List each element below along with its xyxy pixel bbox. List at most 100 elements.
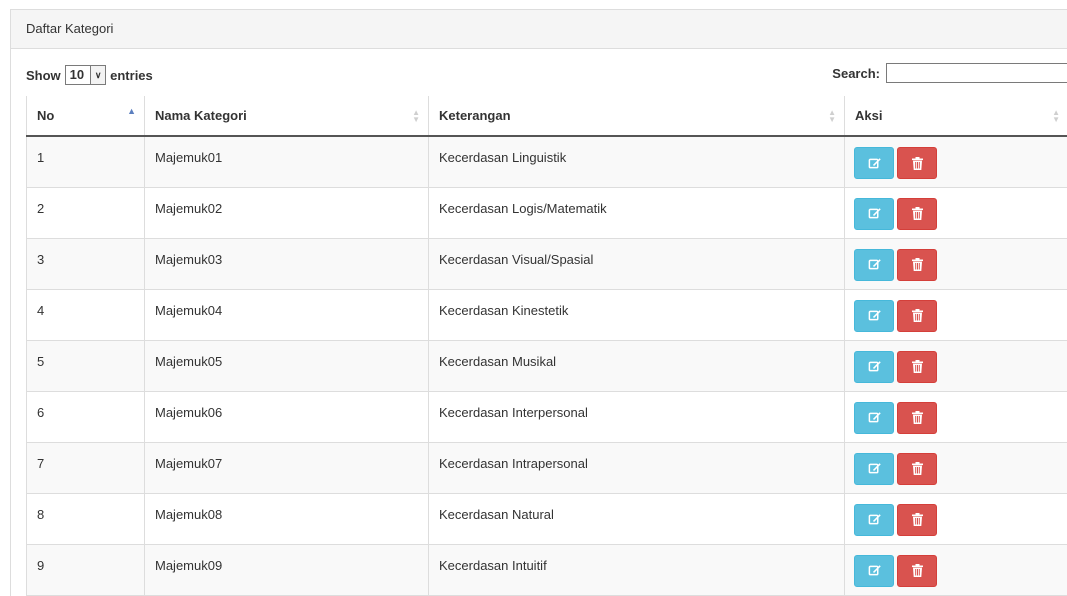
entries-label: entries [110, 68, 153, 83]
cell-nama-kategori: Majemuk01 [145, 136, 429, 187]
cell-aksi [845, 187, 1067, 238]
cell-nama-kategori: Majemuk09 [145, 544, 429, 595]
delete-button[interactable] [897, 504, 937, 536]
entries-select[interactable]: 10 ∨ [65, 65, 106, 85]
cell-no: 6 [27, 391, 145, 442]
length-menu: Show 10 ∨ entries [26, 65, 153, 85]
trash-icon [912, 462, 923, 475]
cell-nama-kategori: Majemuk03 [145, 238, 429, 289]
edit-button[interactable] [854, 504, 894, 536]
delete-button[interactable] [897, 402, 937, 434]
cell-no: 8 [27, 493, 145, 544]
cell-aksi [845, 391, 1067, 442]
delete-button[interactable] [897, 453, 937, 485]
table-row: 8 Majemuk08 Kecerdasan Natural [27, 493, 1067, 544]
cell-no: 2 [27, 187, 145, 238]
trash-icon [912, 513, 923, 526]
column-header-label: Keterangan [439, 108, 511, 123]
cell-aksi [845, 136, 1067, 187]
column-header-label: Aksi [855, 108, 882, 123]
column-header-keterangan[interactable]: Keterangan ▲▼ [429, 96, 845, 136]
cell-keterangan: Kecerdasan Interpersonal [429, 391, 845, 442]
cell-aksi [845, 340, 1067, 391]
trash-icon [912, 207, 923, 220]
edit-icon [868, 309, 881, 322]
cell-nama-kategori: Majemuk04 [145, 289, 429, 340]
table-row: 4 Majemuk04 Kecerdasan Kinestetik [27, 289, 1067, 340]
edit-button[interactable] [854, 402, 894, 434]
cell-nama-kategori: Majemuk02 [145, 187, 429, 238]
trash-icon [912, 360, 923, 373]
cell-no: 5 [27, 340, 145, 391]
edit-button[interactable] [854, 147, 894, 179]
edit-icon [868, 513, 881, 526]
trash-icon [912, 309, 923, 322]
edit-button[interactable] [854, 555, 894, 587]
sort-ascending-icon: ▲ [127, 108, 136, 115]
cell-keterangan: Kecerdasan Visual/Spasial [429, 238, 845, 289]
table-row: 6 Majemuk06 Kecerdasan Interpersonal [27, 391, 1067, 442]
cell-nama-kategori: Majemuk07 [145, 442, 429, 493]
edit-icon [868, 258, 881, 271]
cell-aksi [845, 442, 1067, 493]
sort-both-icon: ▲▼ [1052, 109, 1060, 123]
chevron-down-icon[interactable]: ∨ [90, 66, 105, 84]
sort-both-icon: ▲▼ [828, 109, 836, 123]
cell-aksi [845, 238, 1067, 289]
cell-keterangan: Kecerdasan Intuitif [429, 544, 845, 595]
table-row: 7 Majemuk07 Kecerdasan Intrapersonal [27, 442, 1067, 493]
entries-select-value: 10 [66, 66, 90, 84]
cell-no: 1 [27, 136, 145, 187]
table-row: 5 Majemuk05 Kecerdasan Musikal [27, 340, 1067, 391]
edit-icon [868, 462, 881, 475]
column-header-label: No [37, 108, 54, 123]
show-label: Show [26, 68, 61, 83]
cell-aksi [845, 544, 1067, 595]
delete-button[interactable] [897, 198, 937, 230]
cell-keterangan: Kecerdasan Natural [429, 493, 845, 544]
table-row: 3 Majemuk03 Kecerdasan Visual/Spasial [27, 238, 1067, 289]
panel-title: Daftar Kategori [11, 10, 1067, 49]
trash-icon [912, 411, 923, 424]
edit-button[interactable] [854, 249, 894, 281]
cell-no: 4 [27, 289, 145, 340]
table-controls: Show 10 ∨ entries Search: [11, 49, 1067, 95]
cell-keterangan: Kecerdasan Linguistik [429, 136, 845, 187]
cell-aksi [845, 493, 1067, 544]
table-header-row: No ▲ Nama Kategori ▲▼ Keterangan ▲▼ Aksi… [27, 96, 1067, 136]
column-header-aksi[interactable]: Aksi ▲▼ [845, 96, 1067, 136]
trash-icon [912, 564, 923, 577]
cell-no: 9 [27, 544, 145, 595]
trash-icon [912, 258, 923, 271]
edit-icon [868, 360, 881, 373]
search-filter: Search: [832, 63, 1067, 83]
edit-button[interactable] [854, 351, 894, 383]
delete-button[interactable] [897, 147, 937, 179]
column-header-nama-kategori[interactable]: Nama Kategori ▲▼ [145, 96, 429, 136]
edit-button[interactable] [854, 453, 894, 485]
column-header-no[interactable]: No ▲ [27, 96, 145, 136]
cell-keterangan: Kecerdasan Musikal [429, 340, 845, 391]
cell-nama-kategori: Majemuk08 [145, 493, 429, 544]
cell-no: 3 [27, 238, 145, 289]
trash-icon [912, 157, 923, 170]
edit-icon [868, 207, 881, 220]
edit-button[interactable] [854, 300, 894, 332]
delete-button[interactable] [897, 555, 937, 587]
delete-button[interactable] [897, 351, 937, 383]
table-row: 2 Majemuk02 Kecerdasan Logis/Matematik [27, 187, 1067, 238]
cell-keterangan: Kecerdasan Logis/Matematik [429, 187, 845, 238]
cell-nama-kategori: Majemuk06 [145, 391, 429, 442]
category-panel: Daftar Kategori Show 10 ∨ entries Search… [10, 9, 1067, 596]
cell-aksi [845, 289, 1067, 340]
cell-no: 7 [27, 442, 145, 493]
delete-button[interactable] [897, 300, 937, 332]
edit-icon [868, 411, 881, 424]
category-table: No ▲ Nama Kategori ▲▼ Keterangan ▲▼ Aksi… [26, 96, 1067, 596]
search-input[interactable] [886, 63, 1067, 83]
edit-button[interactable] [854, 198, 894, 230]
table-row: 9 Majemuk09 Kecerdasan Intuitif [27, 544, 1067, 595]
edit-icon [868, 564, 881, 577]
cell-keterangan: Kecerdasan Intrapersonal [429, 442, 845, 493]
delete-button[interactable] [897, 249, 937, 281]
